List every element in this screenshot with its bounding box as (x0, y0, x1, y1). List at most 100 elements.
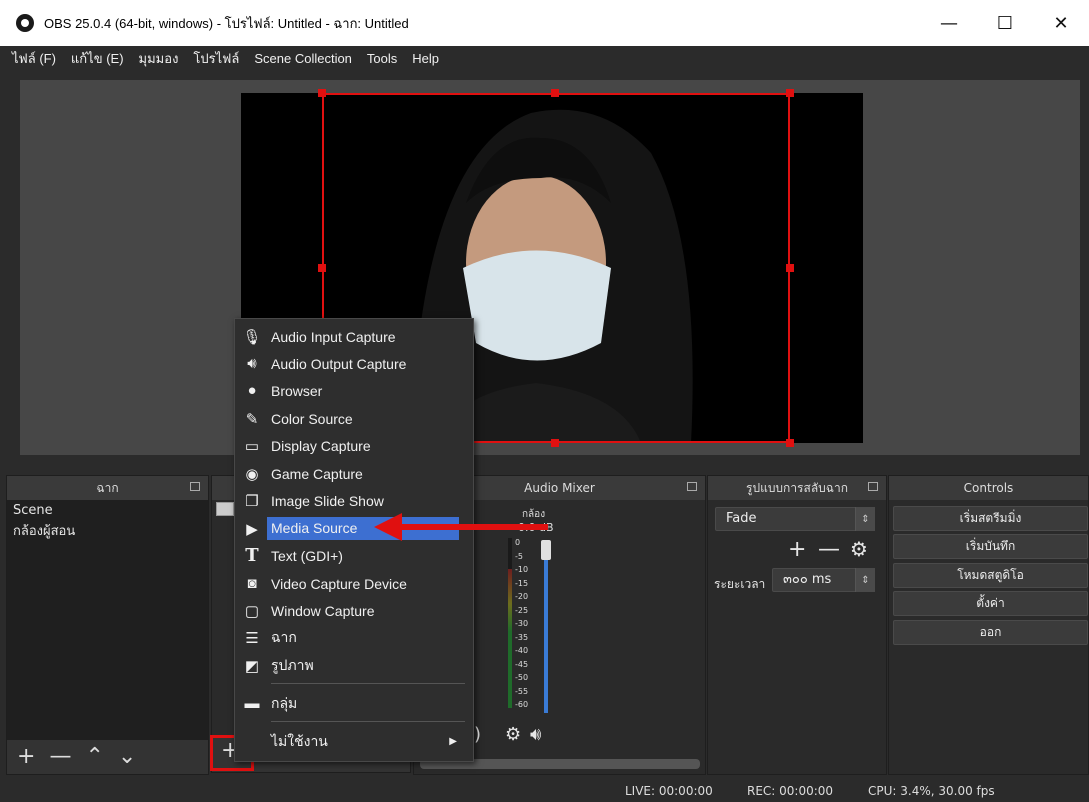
duration-label: ระยะเวลา (714, 577, 766, 591)
menu-item-audio-output-capture[interactable]: 🔊︎ Audio Output Capture (235, 350, 473, 377)
annotation-arrow-head (374, 513, 402, 541)
transitions-header: รูปแบบการสลับฉาก (708, 476, 886, 500)
meter-scale-label: -20 (515, 592, 529, 601)
menu-edit[interactable]: แก้ไข (E) (71, 48, 124, 69)
meter-scale-label: -25 (515, 605, 529, 615)
menu-item-group[interactable]: ▬ กลุ่ม (235, 690, 473, 717)
camera-source-icon (216, 502, 234, 516)
menu-item-window-capture[interactable]: ▢ Window Capture (235, 597, 473, 624)
menu-item-display-capture[interactable]: ▭ Display Capture (235, 432, 473, 459)
meter-scale-label: -10 (515, 565, 529, 574)
speaker-icon[interactable]: 🔊︎ (530, 724, 541, 745)
meter-scale-label: 0 (515, 538, 521, 547)
undock-icon[interactable] (868, 482, 878, 491)
volume-fader-knob[interactable] (541, 540, 551, 560)
window-title: OBS 25.0.4 (64-bit, windows) - โปรไฟล์: … (44, 15, 409, 31)
text-icon: T (245, 545, 259, 566)
cpu-fps: CPU: 3.4%, 30.00 fps (868, 784, 995, 798)
speaker-icon[interactable]: ) (474, 724, 481, 745)
close-button[interactable]: ✕ (1033, 0, 1089, 46)
remove-scene-icon[interactable]: — (49, 746, 71, 768)
menu-item-scene[interactable]: ☰ ฉาก (235, 624, 473, 651)
resize-handle[interactable] (318, 89, 326, 97)
minimize-button[interactable]: — (921, 0, 977, 46)
menu-bar: ไฟล์ (F) แก้ไข (E) มุมมอง โปรไฟล์ Scene … (0, 46, 1089, 70)
rec-timer: REC: 00:00:00 (747, 784, 834, 798)
menu-item-text-gdi[interactable]: T Text (GDI+) (235, 542, 473, 569)
menu-item-image-slide-show[interactable]: ❐ Image Slide Show (235, 487, 473, 514)
speaker-icon: 🔊︎ (247, 355, 257, 372)
meter-scale-label: -15 (515, 578, 529, 588)
brush-icon: ✎ (245, 410, 259, 428)
mixer-channel-label: กล้อง (522, 509, 546, 520)
scenes-panel: ฉาก Scene กล้องผู้สอน + — ⌃ ⌄ (6, 475, 209, 775)
menu-separator (271, 683, 465, 684)
chevron-updown-icon[interactable]: ⇕ (855, 507, 875, 531)
menu-item-image[interactable]: ◩ รูปภาพ (235, 652, 473, 679)
folder-icon: ▬ (244, 695, 260, 712)
move-up-icon[interactable]: ⌃ (85, 746, 103, 768)
gear-icon[interactable]: ⚙ (850, 537, 868, 561)
scenes-header: ฉาก (7, 476, 208, 500)
spin-updown-icon[interactable]: ⇕ (855, 568, 875, 592)
transitions-title: รูปแบบการสลับฉาก (746, 480, 848, 495)
transition-select[interactable]: Fade (715, 507, 875, 531)
window-icon: ▢ (244, 602, 260, 620)
menu-item-browser[interactable]: ● Browser (235, 377, 473, 404)
start-recording-button[interactable]: เริ่มบันทึก (893, 534, 1088, 559)
resize-handle[interactable] (551, 89, 559, 97)
list-icon: ☰ (245, 629, 259, 647)
menu-file[interactable]: ไฟล์ (F) (12, 48, 56, 69)
play-icon: ▶ (246, 520, 258, 538)
maximize-button[interactable]: ☐ (977, 0, 1033, 46)
resize-handle[interactable] (318, 264, 326, 272)
meter-scale-label: -60 (515, 700, 529, 709)
menu-item-video-capture-device[interactable]: ◙ Video Capture Device (235, 570, 473, 597)
slideshow-icon: ❐ (245, 492, 259, 510)
menu-item-deprecated[interactable]: ไม่ใช้งาน ▶ (235, 728, 473, 755)
obs-logo-icon (16, 14, 34, 32)
menu-profile[interactable]: โปรไฟล์ (193, 48, 239, 69)
scenes-toolbar: + — ⌃ ⌄ (7, 740, 208, 774)
add-scene-icon[interactable]: + (17, 746, 35, 768)
start-streaming-button[interactable]: เริ่มสตรีมมิ่ง (893, 506, 1088, 531)
undock-icon[interactable] (687, 482, 697, 491)
annotation-arrow-shaft (398, 524, 548, 530)
controls-title: Controls (963, 481, 1014, 495)
globe-icon: ● (247, 382, 257, 399)
studio-mode-button[interactable]: โหมดสตูดิโอ (893, 563, 1088, 588)
submenu-arrow-icon: ▶ (449, 736, 457, 747)
meter-scale-label: -5 (515, 551, 523, 561)
menu-tools[interactable]: Tools (367, 51, 397, 66)
menu-item-color-source[interactable]: ✎ Color Source (235, 405, 473, 432)
scene-list: Scene กล้องผู้สอน (7, 500, 208, 742)
controls-header: Controls (889, 476, 1088, 500)
settings-button[interactable]: ตั้งค่า (893, 591, 1088, 616)
add-source-context-menu: 🎙︎ Audio Input Capture 🔊︎ Audio Output C… (234, 318, 474, 762)
scene-item[interactable]: กล้องผู้สอน (7, 521, 208, 542)
resize-handle[interactable] (786, 439, 794, 447)
menu-scene-collection[interactable]: Scene Collection (254, 51, 352, 66)
resize-handle[interactable] (551, 439, 559, 447)
scene-item[interactable]: Scene (7, 500, 208, 521)
exit-button[interactable]: ออก (893, 620, 1088, 645)
menu-item-audio-input-capture[interactable]: 🎙︎ Audio Input Capture (235, 323, 473, 350)
meter-scale-label: -50 (515, 673, 529, 682)
gear-icon[interactable]: ⚙ (505, 724, 521, 745)
menu-help[interactable]: Help (412, 51, 439, 66)
volume-fader-track[interactable] (544, 545, 548, 713)
undock-icon[interactable] (190, 482, 200, 491)
audio-mixer-title: Audio Mixer (524, 481, 595, 495)
menu-item-game-capture[interactable]: ◉ Game Capture (235, 460, 473, 487)
remove-transition-icon[interactable]: — (818, 537, 840, 562)
resize-handle[interactable] (786, 89, 794, 97)
move-down-icon[interactable]: ⌄ (118, 746, 136, 768)
meter-scale-label: -35 (515, 632, 529, 642)
image-icon: ◩ (244, 657, 260, 675)
resize-handle[interactable] (786, 264, 794, 272)
status-bar: LIVE: 00:00:00 REC: 00:00:00 CPU: 3.4%, … (0, 780, 1089, 802)
add-transition-icon[interactable]: + (788, 537, 806, 562)
scenes-title: ฉาก (96, 480, 119, 495)
live-timer: LIVE: 00:00:00 (625, 784, 713, 798)
menu-view[interactable]: มุมมอง (139, 48, 179, 69)
